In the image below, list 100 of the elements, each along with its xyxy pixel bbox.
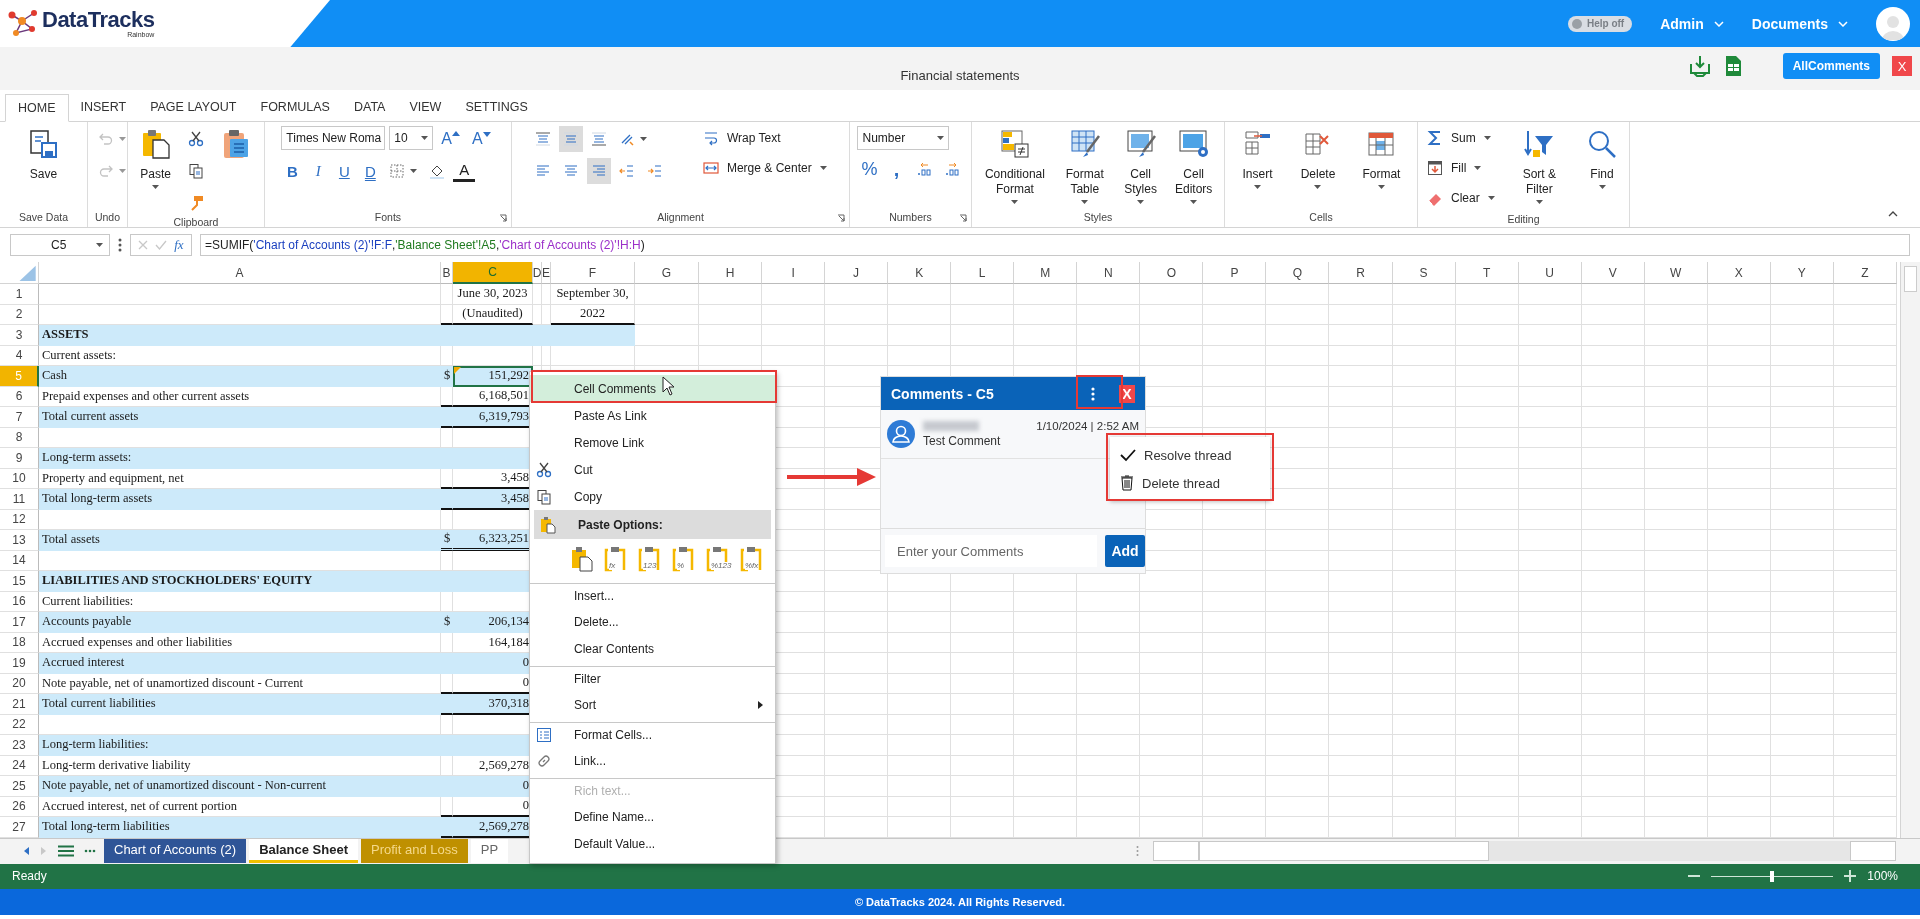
font-size-button[interactable]: A (437, 126, 464, 152)
ribbon-tab[interactable]: DATA (341, 93, 398, 121)
ribbon-button[interactable]: Wrap Text (699, 126, 830, 150)
menu-item[interactable]: Remove Link (530, 429, 775, 456)
ribbon-button[interactable]: Format Table (1057, 126, 1112, 206)
row-header[interactable]: 6 (0, 386, 39, 407)
sheet-tab[interactable]: Chart of Accounts (2) (104, 839, 247, 863)
name-box[interactable]: C5 (10, 234, 110, 256)
menu-item[interactable]: Link... (530, 747, 775, 774)
paste-option-button[interactable]: 123 (638, 546, 662, 572)
underline-button[interactable]: U (333, 158, 356, 184)
menu-item[interactable]: Cut (530, 456, 775, 483)
percent-button[interactable]: % (857, 156, 882, 182)
ribbon-button[interactable]: Paste (134, 126, 177, 191)
ribbon-button[interactable]: Clear (1424, 186, 1498, 210)
menu-item[interactable]: Default Value... (530, 830, 775, 857)
row-header[interactable]: 14 (0, 550, 39, 571)
ribbon-button[interactable]: Insert (1236, 126, 1279, 191)
row-header[interactable]: 8 (0, 427, 39, 448)
font-size-button[interactable]: A (468, 126, 495, 152)
row-header[interactable]: 1 (0, 284, 39, 305)
ribbon-button[interactable]: Fill (1424, 156, 1498, 180)
column-header[interactable]: X (1707, 262, 1771, 284)
double-underline-button[interactable]: D (359, 158, 382, 184)
ribbon-button[interactable]: Format (1357, 126, 1406, 191)
column-header[interactable]: J (825, 262, 889, 284)
comma-style-button[interactable]: , (885, 156, 908, 182)
bold-button[interactable]: B (281, 158, 304, 184)
column-header[interactable]: W (1644, 262, 1708, 284)
ribbon-button[interactable]: Sort & Filter (1503, 126, 1575, 206)
column-header[interactable]: Z (1833, 262, 1897, 284)
paste-option-button[interactable]: fx (604, 546, 628, 572)
font-color-button[interactable]: A (453, 160, 476, 182)
row-header[interactable]: 10 (0, 468, 39, 489)
column-header[interactable]: Q (1266, 262, 1330, 284)
column-header[interactable]: O (1140, 262, 1204, 284)
column-header[interactable]: R (1329, 262, 1393, 284)
ribbon-tab[interactable]: HOME (5, 94, 69, 122)
ribbon-button[interactable]: Sum (1424, 126, 1498, 150)
menu-item[interactable]: Resolve thread (1110, 441, 1270, 469)
menu-item[interactable]: Format Cells... (530, 722, 775, 747)
column-header[interactable]: S (1392, 262, 1456, 284)
sheet-tab[interactable]: PP (470, 839, 509, 863)
paste-option-button[interactable]: % (672, 546, 696, 572)
row-header[interactable]: 24 (0, 755, 39, 776)
row-header[interactable]: 16 (0, 591, 39, 612)
row-header[interactable]: 20 (0, 673, 39, 694)
paste-option-button[interactable]: %fx (740, 546, 764, 572)
column-header[interactable]: D (533, 262, 542, 284)
dropdown-field[interactable]: Number (857, 126, 950, 150)
function-button[interactable]: fx (174, 237, 184, 253)
column-header[interactable]: L (951, 262, 1015, 284)
column-header[interactable]: B (441, 262, 453, 284)
dropdown-field[interactable]: 10 (389, 126, 434, 150)
row-header[interactable]: 22 (0, 714, 39, 735)
ribbon-button[interactable]: Conditional Format (978, 126, 1052, 206)
ribbon-button[interactable]: Save (22, 126, 65, 184)
ribbon-tab[interactable]: PAGE LAYOUT (138, 93, 249, 121)
dropdown-field[interactable]: Times New Roma (281, 126, 386, 150)
column-header[interactable]: I (762, 262, 826, 284)
column-header[interactable]: M (1014, 262, 1078, 284)
formula-field[interactable]: =SUMIF('Chart of Accounts (2)'!F:F,'Balance Sheet'!A5,'Chart of Accounts (2)'!H:H) (200, 234, 1910, 256)
menu-item[interactable]: Clear Contents (530, 635, 775, 662)
menu-item[interactable]: Define Name... (530, 803, 775, 830)
ribbon-tab[interactable]: INSERT (68, 93, 139, 121)
column-header[interactable]: F (551, 262, 635, 284)
column-header[interactable]: P (1203, 262, 1267, 284)
column-header[interactable]: N (1077, 262, 1141, 284)
row-header[interactable]: 26 (0, 796, 39, 817)
row-header[interactable]: 12 (0, 509, 39, 530)
column-header[interactable]: K (888, 262, 952, 284)
ribbon-button[interactable]: Cell Styles (1117, 126, 1164, 206)
row-header[interactable]: 18 (0, 632, 39, 653)
ribbon-button[interactable]: Find (1581, 126, 1623, 191)
menu-item[interactable]: Delete thread (1110, 469, 1270, 497)
column-header[interactable]: U (1518, 262, 1582, 284)
menu-item[interactable]: Copy (530, 483, 775, 510)
column-header[interactable]: C (453, 262, 533, 284)
ribbon-button[interactable]: Cell Editors (1169, 126, 1218, 206)
comment-input[interactable]: Enter your Comments (885, 535, 1097, 567)
column-header[interactable]: G (635, 262, 699, 284)
close-button[interactable]: X (1892, 56, 1912, 76)
ribbon-button[interactable]: Delete (1295, 126, 1341, 191)
menu-item[interactable]: Paste As Link (530, 402, 775, 429)
ribbon-tab[interactable]: VIEW (397, 93, 454, 121)
menu-item[interactable]: Filter (530, 666, 775, 691)
row-header[interactable]: 2 (0, 304, 39, 325)
column-header[interactable]: T (1455, 262, 1519, 284)
paste-option-button[interactable]: %123 (706, 546, 730, 572)
column-header[interactable]: A (39, 262, 441, 284)
sheet-tab[interactable]: Balance Sheet (249, 839, 358, 863)
menu-item[interactable]: Insert... (530, 583, 775, 608)
ribbon-button[interactable]: Merge & Center (699, 156, 830, 180)
menu-item[interactable]: Cell Comments (530, 375, 775, 402)
menu-item[interactable]: Sort (530, 691, 775, 718)
ribbon-tab[interactable]: SETTINGS (453, 93, 540, 121)
column-header[interactable]: Y (1770, 262, 1834, 284)
italic-button[interactable]: I (307, 158, 330, 184)
add-button[interactable]: Add (1105, 535, 1145, 567)
menu-item[interactable]: Delete... (530, 608, 775, 635)
